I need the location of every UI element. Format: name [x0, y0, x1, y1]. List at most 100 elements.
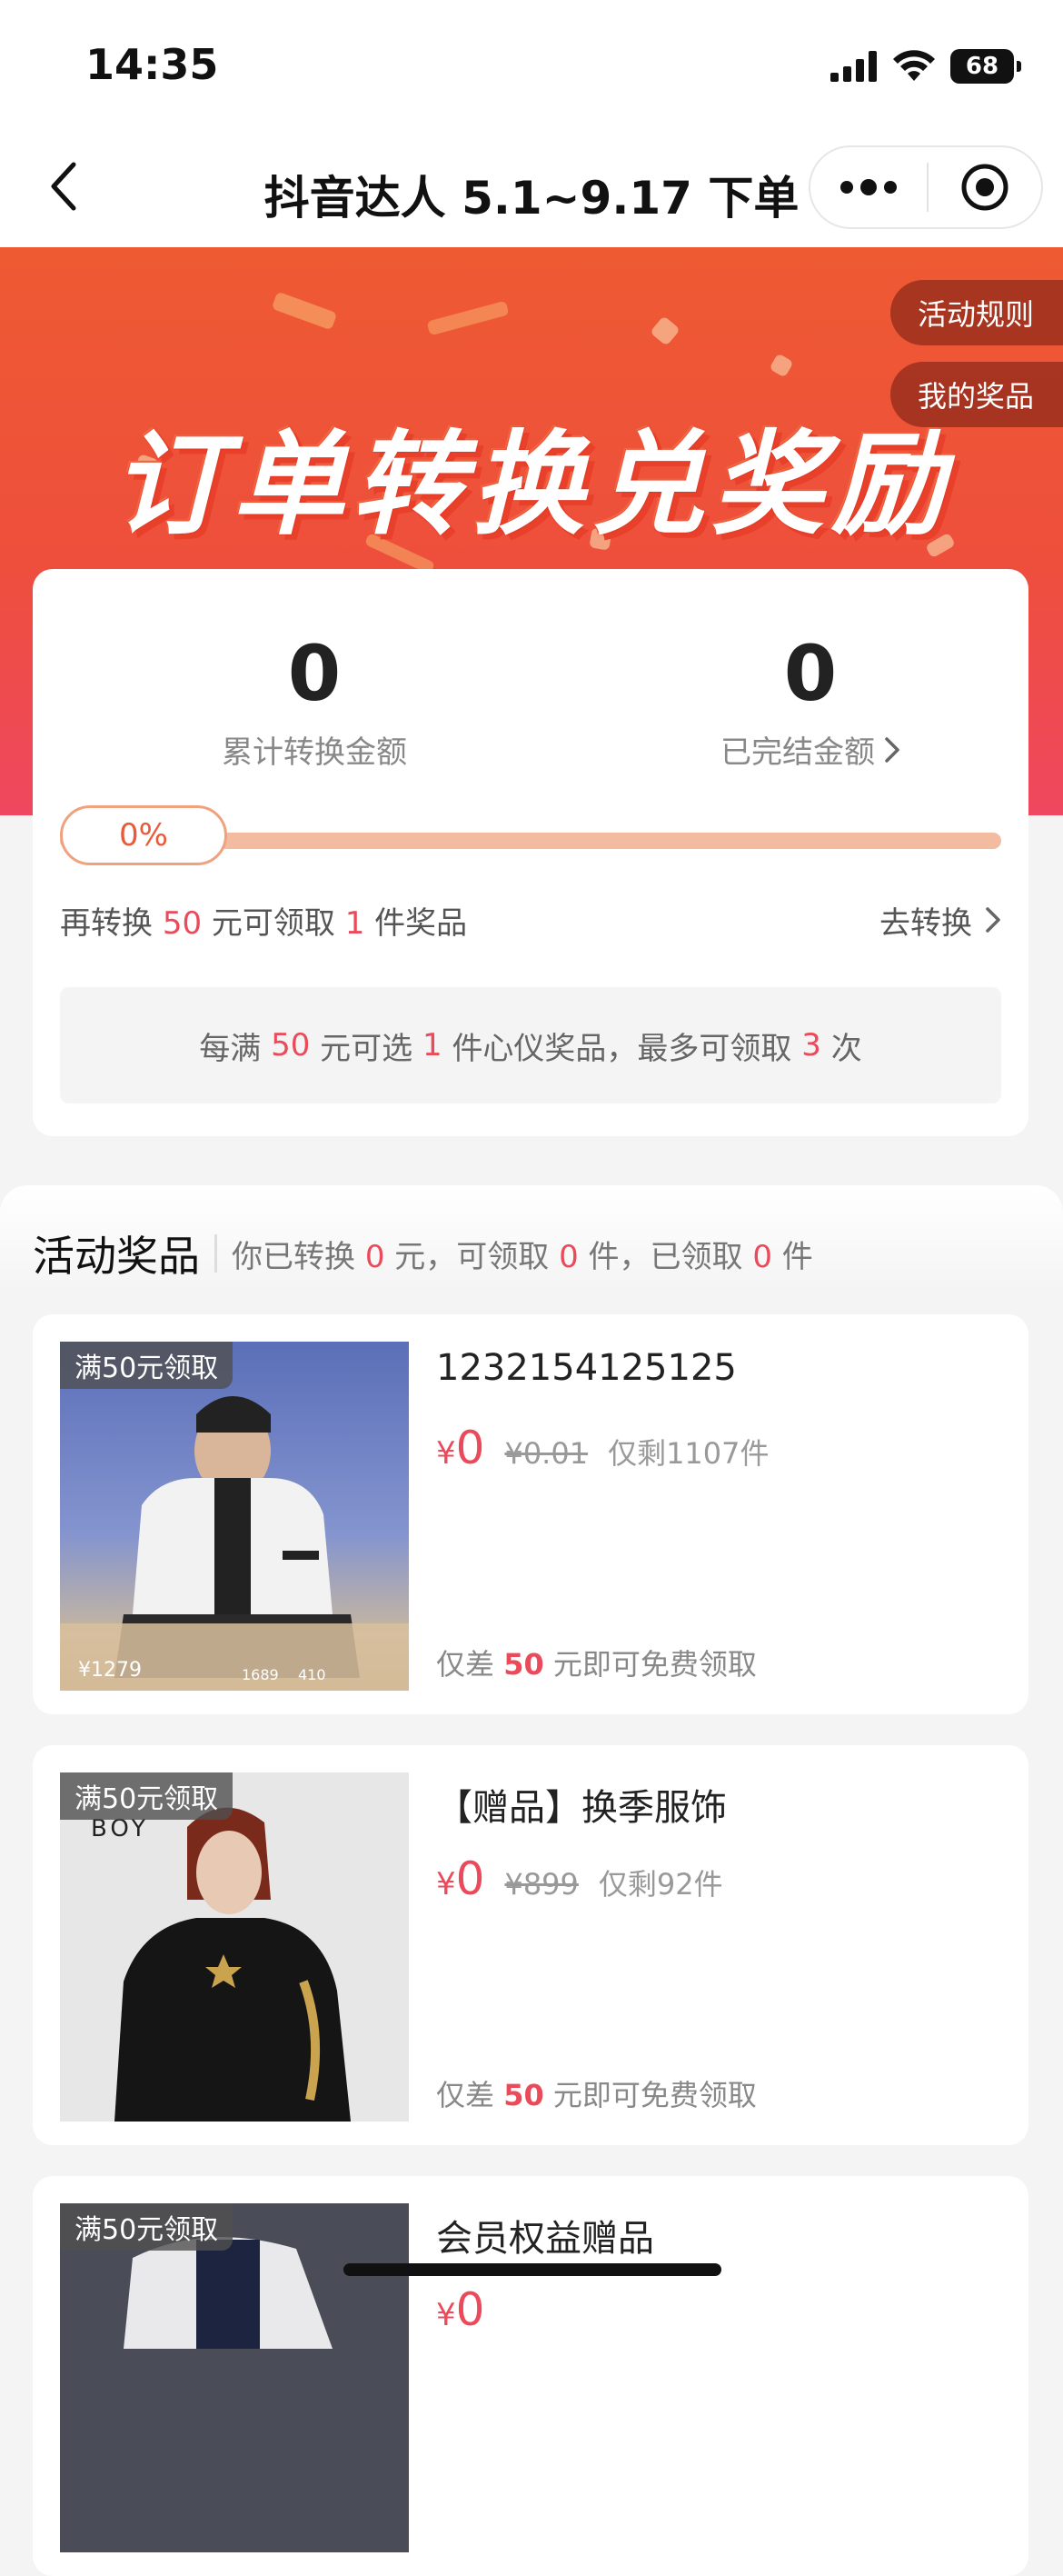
- back-button[interactable]: [36, 155, 91, 218]
- gap-prefix: 仅差: [436, 1647, 495, 1682]
- convert-suffix: 件奖品: [374, 904, 468, 942]
- current-price: ¥0: [436, 1852, 484, 1905]
- more-button[interactable]: [810, 147, 927, 227]
- notice-text: 次: [830, 1030, 862, 1067]
- currency-symbol: ¥: [436, 1866, 456, 1902]
- notice-count: 1: [422, 1027, 442, 1063]
- gap-amount: 50: [503, 1647, 544, 1682]
- battery-icon: 68: [950, 49, 1021, 84]
- currency-symbol: ¥: [436, 2297, 456, 2333]
- converted-amount: 0: [364, 1238, 385, 1275]
- svg-text:410: 410: [298, 1666, 326, 1683]
- chevron-right-icon: [885, 736, 899, 763]
- current-price: ¥0: [436, 1422, 484, 1474]
- confetti-decoration: [650, 315, 681, 346]
- prizes-header: 活动奖品 你已转换 0 元，可领取 0 件，已领取 0 件: [33, 1222, 813, 1285]
- summary-text: 你已转换: [232, 1238, 355, 1275]
- prize-name: 会员权益赠品: [436, 2218, 654, 2260]
- prize-image: BOY 满50元领取: [60, 1772, 409, 2122]
- prize-threshold-badge: 满50元领取: [60, 1772, 233, 1820]
- go-convert-label: 去转换: [879, 904, 972, 942]
- rule-notice: 每满 50 元可选 1 件心仪奖品，最多可领取 3 次: [60, 987, 1001, 1103]
- activity-rules-button[interactable]: 活动规则: [890, 280, 1063, 345]
- remaining-gap: 仅差 50 元即可免费领取: [436, 2072, 757, 2114]
- price-row: ¥0 ¥0.01 仅剩1107件: [436, 1422, 770, 1476]
- completed-label[interactable]: 已完结金额: [629, 727, 992, 772]
- my-prizes-label: 我的奖品: [918, 379, 1035, 414]
- my-prizes-button[interactable]: 我的奖品: [890, 362, 1063, 427]
- price-value: 0: [455, 1852, 485, 1905]
- convert-amount: 50: [162, 904, 203, 942]
- prize-name: 1232154125125: [436, 1347, 737, 1389]
- current-price: ¥0: [436, 2283, 484, 2336]
- prize-threshold-badge: 满50元领取: [60, 1342, 233, 1389]
- wifi-icon: [893, 50, 935, 81]
- currency-symbol: ¥: [436, 1435, 456, 1472]
- more-icon: [860, 179, 877, 195]
- summary-text: 件，已领取: [588, 1238, 743, 1275]
- page-title: 抖音达人 5.1~9.17 下单: [263, 172, 800, 225]
- remaining-gap: 仅差 50 元即可免费领取: [436, 1642, 757, 1683]
- confetti-decoration: [769, 353, 794, 378]
- prizes-divider: [214, 1234, 217, 1273]
- prizes-title: 活动奖品: [33, 1232, 200, 1281]
- original-price: ¥899: [504, 1867, 579, 1902]
- gap-prefix: 仅差: [436, 2078, 495, 2112]
- completed-stat[interactable]: 0 已完结金额: [629, 633, 992, 772]
- stock-remaining: 仅剩92件: [598, 1867, 723, 1902]
- completed-label-text: 已完结金额: [720, 734, 875, 771]
- prize-threshold-badge: 满50元领取: [60, 2203, 233, 2251]
- status-bar: 14:35 68: [0, 0, 1063, 127]
- prizes-summary: 你已转换 0 元，可领取 0 件，已领取 0 件: [232, 1232, 813, 1276]
- svg-text:¥1279: ¥1279: [78, 1659, 142, 1682]
- convert-row: 再转换 50 元可领取 1 件奖品 去转换: [60, 894, 1001, 945]
- chevron-right-icon: [986, 907, 1000, 933]
- close-miniapp-icon: [961, 164, 1008, 211]
- summary-text: 件: [781, 1238, 813, 1275]
- cumulative-stat: 0 累计转换金额: [133, 633, 496, 772]
- confetti-decoration: [426, 300, 510, 336]
- summary-text: 元，可领取: [394, 1238, 550, 1275]
- notice-amount: 50: [271, 1027, 311, 1063]
- notice-text: 每满: [199, 1030, 262, 1067]
- cumulative-value: 0: [287, 629, 342, 718]
- home-indicator: [343, 2263, 721, 2276]
- more-icon: [840, 181, 853, 194]
- completed-value: 0: [783, 629, 838, 718]
- original-price: ¥0.01: [504, 1436, 589, 1471]
- prize-card[interactable]: BOY 满50元领取 【赠品】换季服饰 ¥0 ¥899 仅剩92件 仅差 50 …: [33, 1745, 1028, 2145]
- close-miniapp-button[interactable]: [929, 147, 1041, 227]
- prize-photo: BOY: [91, 1807, 351, 2122]
- prize-name: 【赠品】换季服饰: [436, 1787, 727, 1829]
- confetti-decoration: [271, 291, 338, 331]
- prize-image: 满50元领取: [60, 2203, 409, 2552]
- price-row: ¥0: [436, 2283, 484, 2338]
- cumulative-label: 累计转换金额: [133, 727, 496, 772]
- miniapp-capsule: [809, 145, 1043, 229]
- price-row: ¥0 ¥899 仅剩92件: [436, 1852, 723, 1907]
- progress-percent: 0%: [60, 805, 227, 865]
- convert-prefix: 再转换: [60, 904, 153, 942]
- convert-mid: 元可领取: [211, 904, 335, 942]
- prizes-section: 活动奖品 你已转换 0 元，可领取 0 件，已领取 0 件 ¥1279 1689…: [0, 1185, 1063, 2576]
- price-value: 0: [455, 1422, 485, 1474]
- prize-card[interactable]: 满50元领取 会员权益赠品 ¥0: [33, 2176, 1028, 2576]
- gap-suffix: 元即可免费领取: [552, 1647, 757, 1682]
- status-time: 14:35: [85, 40, 219, 89]
- claimed-count: 0: [752, 1238, 772, 1275]
- notice-text: 件心仪奖品，最多可领取: [452, 1030, 792, 1067]
- prize-image: ¥1279 1689 410 满50元领取: [60, 1342, 409, 1691]
- gap-amount: 50: [503, 2078, 544, 2112]
- signal-icon: [830, 51, 877, 82]
- go-convert-button[interactable]: 去转换: [879, 898, 1001, 943]
- prize-photo: ¥1279 1689 410: [60, 1396, 409, 1691]
- activity-rules-label: 活动规则: [918, 297, 1035, 332]
- notice-text: 元可选: [320, 1030, 413, 1067]
- stock-remaining: 仅剩1107件: [608, 1436, 770, 1471]
- prize-photo: [60, 2203, 409, 2552]
- prize-card[interactable]: ¥1279 1689 410 满50元领取 1232154125125 ¥0 ¥…: [33, 1314, 1028, 1714]
- summary-card: 0 累计转换金额 0 已完结金额 0% 再转换 50 元可领取 1 件奖品 去转…: [33, 569, 1028, 1136]
- cumulative-label-text: 累计转换金额: [222, 734, 407, 771]
- notice-max: 3: [801, 1027, 821, 1063]
- svg-text:1689: 1689: [242, 1666, 279, 1683]
